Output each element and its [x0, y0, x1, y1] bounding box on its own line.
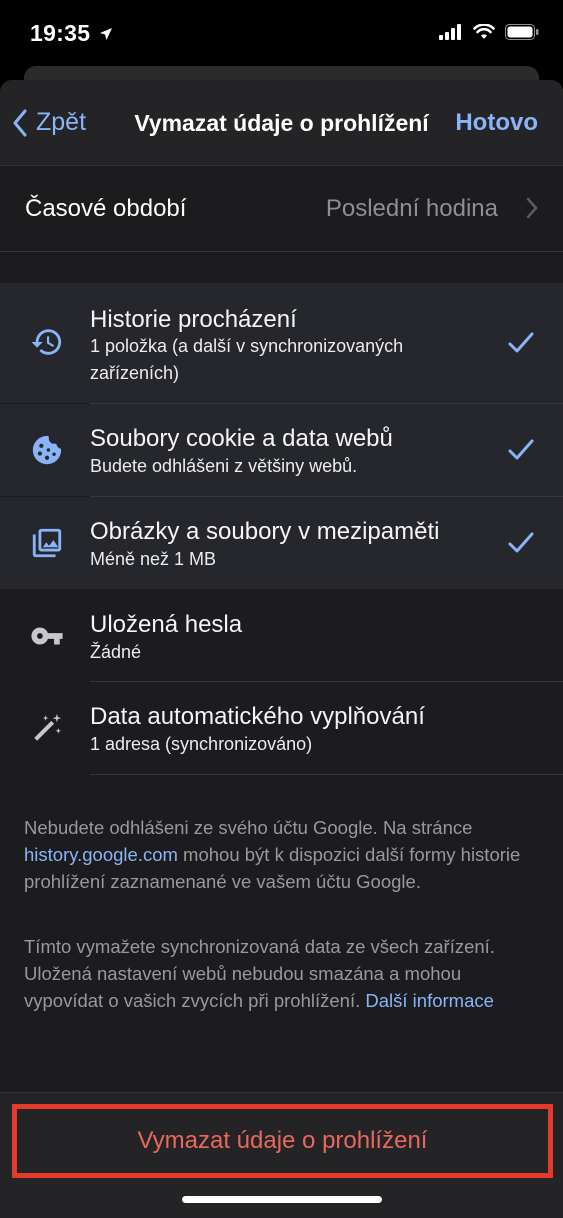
- list-item-browsing-history[interactable]: Historie procházení 1 položka (a další v…: [0, 283, 563, 403]
- list-item-cookies[interactable]: Soubory cookie a data webů Budete odhláš…: [0, 404, 563, 496]
- list-item-cached-images[interactable]: Obrázky a soubory v mezipaměti Méně než …: [0, 497, 563, 589]
- clear-browsing-data-button[interactable]: Vymazat údaje o prohlížení: [12, 1104, 553, 1178]
- item-subtitle: 1 adresa (synchronizováno): [90, 734, 313, 754]
- chevron-right-icon: [526, 197, 538, 219]
- clock-text: 19:35: [30, 20, 91, 46]
- history-google-link[interactable]: history.google.com: [24, 844, 178, 865]
- clear-browsing-data-sheet: Zpět Vymazat údaje o prohlížení Hotovo Č…: [0, 80, 563, 1218]
- time-range-row[interactable]: Časové období Poslední hodina: [0, 166, 563, 252]
- sync-notice: Tímto vymažete synchronizovaná data ze v…: [24, 933, 544, 1014]
- checkmark-icon: [508, 332, 534, 353]
- item-title: Obrázky a soubory v mezipaměti: [90, 518, 440, 545]
- sign-out-notice: Nebudete odhlášeni ze svého účtu Google.…: [24, 814, 544, 895]
- item-title: Historie procházení: [90, 306, 297, 333]
- item-subtitle: Budete odhlášeni z většiny webů.: [90, 456, 358, 476]
- item-subtitle: 1 položka (a další v synchronizovaných z…: [90, 336, 404, 383]
- location-arrow-icon: [100, 28, 113, 40]
- item-title: Soubory cookie a data webů: [90, 425, 393, 452]
- cookie-icon: [32, 435, 62, 465]
- key-icon: [31, 627, 63, 645]
- list-item-saved-passwords[interactable]: Uložená hesla Žádné: [0, 589, 563, 682]
- list-item-autofill-data[interactable]: Data automatického vyplňování 1 adresa (…: [0, 682, 563, 774]
- wifi-icon: [473, 24, 495, 39]
- cellular-signal-icon: [439, 24, 461, 40]
- battery-icon: [505, 24, 539, 40]
- item-subtitle: Žádné: [90, 642, 142, 662]
- item-title: Data automatického vyplňování: [90, 703, 425, 730]
- more-info-link[interactable]: Další informace: [365, 990, 494, 1011]
- item-title: Uložená hesla: [90, 611, 243, 638]
- done-button[interactable]: Hotovo: [455, 109, 538, 137]
- time-range-value: Poslední hodina: [325, 195, 498, 222]
- notice-text: Nebudete odhlášeni ze svého účtu Google.…: [24, 817, 473, 838]
- magic-wand-icon: [34, 713, 62, 741]
- status-time: 19:35: [30, 20, 113, 47]
- status-bar: 19:35: [0, 0, 563, 70]
- checkmark-icon: [508, 439, 534, 460]
- status-icons: [439, 24, 539, 40]
- history-icon: [31, 329, 62, 355]
- item-subtitle: Méně než 1 MB: [90, 549, 217, 569]
- checkmark-icon: [508, 532, 534, 553]
- image-cache-icon: [32, 528, 62, 558]
- navigation-bar: Zpět Vymazat údaje o prohlížení Hotovo: [0, 80, 563, 166]
- home-indicator[interactable]: [182, 1196, 382, 1203]
- clear-button-label: Vymazat údaje o prohlížení: [137, 1127, 428, 1154]
- divider: [90, 774, 563, 775]
- time-range-label: Časové období: [25, 195, 187, 222]
